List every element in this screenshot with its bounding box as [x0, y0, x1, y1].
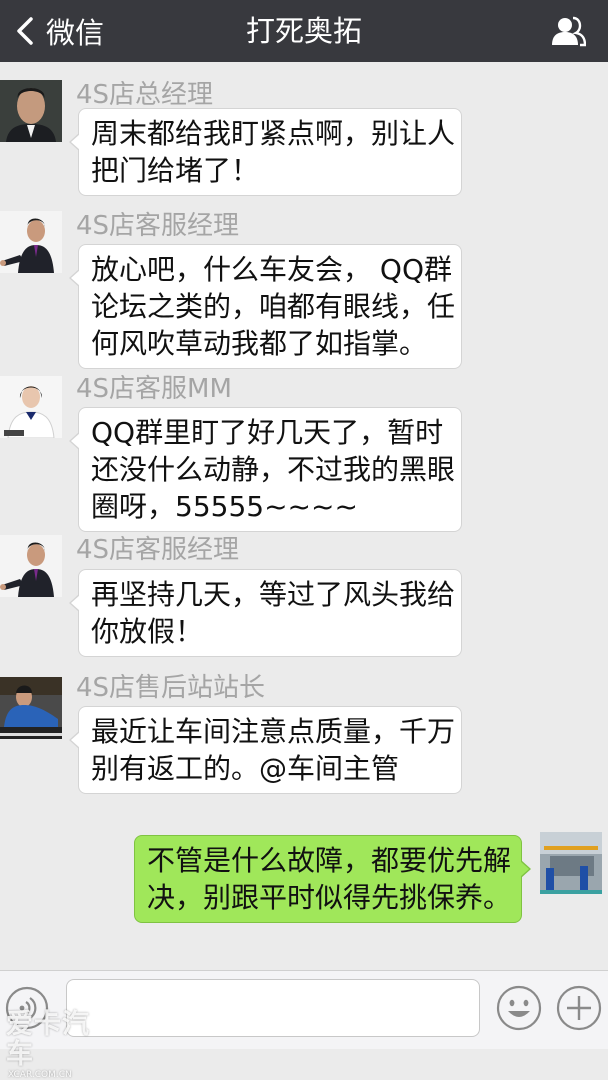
avatar[interactable] — [540, 832, 602, 894]
message-text-line: 还没什么动静，不过我的黑眼 — [91, 453, 456, 486]
message-text-line: 圈呀，55555~~~~ — [91, 490, 358, 523]
message-text-line: 何风吹草动我都了如指掌。 — [91, 327, 428, 360]
plus-icon[interactable] — [556, 985, 602, 1031]
message-bubble[interactable]: 再坚持几天，等过了风头我给 你放假！ — [69, 569, 462, 657]
emoji-icon[interactable] — [496, 985, 542, 1031]
message-text-line: 别有返工的。@车间主管 — [91, 752, 400, 785]
watermark-text: 爱卡汽车 — [6, 1009, 90, 1070]
message-text-line: 放心吧，什么车友会， QQ群 — [91, 253, 452, 286]
message-bubble[interactable]: QQ群里盯了好几天了，暂时 还没什么动静，不过我的黑眼 圈呀，55555~~~~ — [69, 407, 462, 532]
sender-name: 4S店客服经理 — [76, 211, 240, 241]
message-bubble[interactable]: 放心吧，什么车友会， QQ群 论坛之类的，咱都有眼线，任 何风吹草动我都了如指掌… — [69, 244, 462, 369]
message-bubble-self[interactable]: 不管是什么故障，都要优先解 决，别跟平时似得先挑保养。 — [134, 835, 531, 923]
message-text-line: 你放假！ — [91, 615, 204, 648]
message-text-line: 再坚持几天，等过了风头我给 — [91, 578, 456, 611]
watermark-subtext: XCAR.COM.CN — [8, 1070, 72, 1080]
chat-title: 打死奥拓 — [245, 14, 362, 48]
message-text-line: QQ群里盯了好几天了，暂时 — [91, 416, 444, 449]
message-input[interactable] — [66, 979, 480, 1037]
sender-name: 4S店客服经理 — [76, 535, 240, 565]
message-text-line: 决，别跟平时似得先挑保养。 — [147, 881, 512, 914]
avatar[interactable] — [0, 80, 62, 142]
message-bubble[interactable]: 周末都给我盯紧点啊，别让人 把门给堵了！ — [69, 108, 462, 196]
sender-name: 4S店总经理 — [76, 80, 214, 110]
avatar[interactable] — [0, 376, 62, 438]
message-text-line: 不管是什么故障，都要优先解 — [147, 844, 512, 877]
avatar[interactable] — [0, 535, 62, 597]
message-bubble[interactable]: 最近让车间注意点质量，千万 别有返工的。@车间主管 — [69, 706, 462, 794]
nav-bar: 微信 打死奥拓 — [0, 0, 608, 62]
message-text-line: 论坛之类的，咱都有眼线，任 — [91, 290, 456, 323]
sender-name: 4S店客服MM — [76, 374, 232, 404]
message-text-line: 把门给堵了！ — [91, 154, 260, 187]
watermark-logo: 爱卡汽车 XCAR.COM.CN — [6, 1010, 110, 1080]
message-text-line: 周末都给我盯紧点啊，别让人 — [91, 117, 456, 150]
contact-icon[interactable] — [552, 15, 586, 47]
message-text-line: 最近让车间注意点质量，千万 — [91, 715, 456, 748]
sender-name: 4S店售后站站长 — [76, 673, 266, 703]
avatar[interactable] — [0, 677, 62, 739]
avatar[interactable] — [0, 211, 62, 273]
